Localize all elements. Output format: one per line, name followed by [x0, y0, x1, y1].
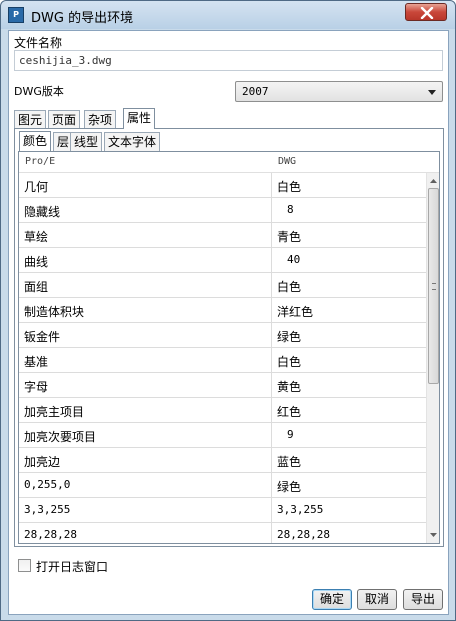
window-title: DWG 的导出环境	[31, 11, 134, 26]
proe-cell: 面组	[19, 273, 272, 297]
proe-cell: 草绘	[19, 223, 272, 247]
scroll-up-arrow-icon[interactable]	[429, 177, 438, 186]
cancel-button[interactable]: 取消	[357, 589, 397, 610]
proe-cell: 曲线	[19, 248, 272, 272]
proe-cell: 0,255,0	[19, 473, 272, 497]
properties-panel: 颜色 层 线型 文本字体 Pro/E DWG 几何 白色 隐藏线 8 草绘 青色 曲线…	[14, 128, 444, 547]
tab-properties[interactable]: 属性	[123, 108, 156, 129]
table-row[interactable]: 钣金件 绿色	[19, 323, 426, 348]
proe-cell: 加亮边	[19, 448, 272, 472]
dwg-cell[interactable]: 洋红色	[272, 298, 426, 322]
color-mapping-grid: 几何 白色 隐藏线 8 草绘 青色 曲线 40 面组 白色 制造体积块 洋红色 钣金件 绿色 …	[19, 173, 426, 543]
dwg-cell[interactable]: 3,3,255	[272, 498, 426, 522]
open-log-window-label: 打开日志窗口	[36, 560, 109, 574]
title-bar[interactable]: P DWG 的导出环境	[1, 1, 455, 29]
dwg-cell[interactable]: 红色	[272, 398, 426, 422]
dwg-cell[interactable]: 青色	[272, 223, 426, 247]
proe-cell: 字母	[19, 373, 272, 397]
table-row[interactable]: 隐藏线 8	[19, 198, 426, 223]
tab-entities[interactable]: 图元	[14, 110, 47, 129]
table-row[interactable]: 曲线 40	[19, 248, 426, 273]
ok-button[interactable]: 确定	[312, 589, 352, 610]
dwg-cell[interactable]: 蓝色	[272, 448, 426, 472]
proe-cell: 加亮次要项目	[19, 423, 272, 447]
proe-cell: 几何	[19, 173, 272, 197]
tab-linetype[interactable]: 线型	[70, 132, 103, 151]
table-row[interactable]: 28,28,28 28,28,28	[19, 523, 426, 543]
vertical-scrollbar[interactable]	[426, 173, 439, 543]
scroll-down-arrow-icon[interactable]	[429, 530, 438, 539]
dwg-cell[interactable]: 绿色	[272, 323, 426, 347]
proe-cell: 加亮主项目	[19, 398, 272, 422]
dwg-cell[interactable]: 40	[272, 248, 426, 272]
chevron-down-icon	[428, 90, 436, 95]
tab-text-font[interactable]: 文本字体	[104, 132, 161, 151]
dwg-cell[interactable]: 绿色	[272, 473, 426, 497]
export-button[interactable]: 导出	[403, 589, 443, 610]
scrollbar-thumb[interactable]	[428, 188, 439, 384]
proe-cell: 28,28,28	[19, 523, 272, 543]
close-button[interactable]	[405, 3, 447, 21]
table-row[interactable]: 几何 白色	[19, 173, 426, 198]
dwg-version-dropdown[interactable]: 2007	[235, 81, 443, 102]
header-dwg: DWG	[278, 156, 297, 167]
table-row[interactable]: 字母 黄色	[19, 373, 426, 398]
dialog-body: 文件名称 ceshijia_3.dwg DWG版本 2007 图元 页面 杂项 …	[8, 30, 449, 615]
tab-pages[interactable]: 页面	[48, 110, 81, 129]
file-name-input[interactable]: ceshijia_3.dwg	[14, 50, 443, 71]
proe-cell: 基准	[19, 348, 272, 372]
table-row[interactable]: 制造体积块 洋红色	[19, 298, 426, 323]
header-proe: Pro/E	[25, 156, 56, 167]
grip-icon	[432, 283, 436, 290]
close-icon	[420, 7, 434, 19]
table-row[interactable]: 3,3,255 3,3,255	[19, 498, 426, 523]
table-row[interactable]: 加亮主项目 红色	[19, 398, 426, 423]
dialog-window: P DWG 的导出环境 文件名称 ceshijia_3.dwg DWG版本 20…	[0, 0, 456, 621]
dwg-cell[interactable]: 28,28,28	[272, 523, 426, 543]
table-row[interactable]: 加亮边 蓝色	[19, 448, 426, 473]
proe-cell: 钣金件	[19, 323, 272, 347]
dwg-version-value: 2007	[242, 85, 269, 98]
proe-cell: 制造体积块	[19, 298, 272, 322]
open-log-window-checkbox[interactable]	[18, 559, 31, 572]
grid-header: Pro/E DWG	[19, 152, 439, 173]
dwg-app-icon: P	[8, 7, 24, 23]
dwg-cell[interactable]: 8	[272, 198, 426, 222]
file-name-label: 文件名称	[14, 36, 63, 50]
dwg-cell[interactable]: 黄色	[272, 373, 426, 397]
dwg-cell[interactable]: 白色	[272, 273, 426, 297]
table-row[interactable]: 加亮次要项目 9	[19, 423, 426, 448]
dwg-cell[interactable]: 白色	[272, 348, 426, 372]
table-row[interactable]: 面组 白色	[19, 273, 426, 298]
dwg-cell[interactable]: 9	[272, 423, 426, 447]
dwg-cell[interactable]: 白色	[272, 173, 426, 197]
color-mapping-panel: Pro/E DWG 几何 白色 隐藏线 8 草绘 青色 曲线 40 面组 白色 制造体积块…	[18, 151, 440, 544]
table-row[interactable]: 基准 白色	[19, 348, 426, 373]
tab-color[interactable]: 颜色	[19, 131, 52, 151]
dwg-version-label: DWG版本	[14, 85, 64, 98]
tab-misc[interactable]: 杂项	[84, 110, 117, 129]
proe-cell: 隐藏线	[19, 198, 272, 222]
proe-cell: 3,3,255	[19, 498, 272, 522]
table-row[interactable]: 草绘 青色	[19, 223, 426, 248]
table-row[interactable]: 0,255,0 绿色	[19, 473, 426, 498]
